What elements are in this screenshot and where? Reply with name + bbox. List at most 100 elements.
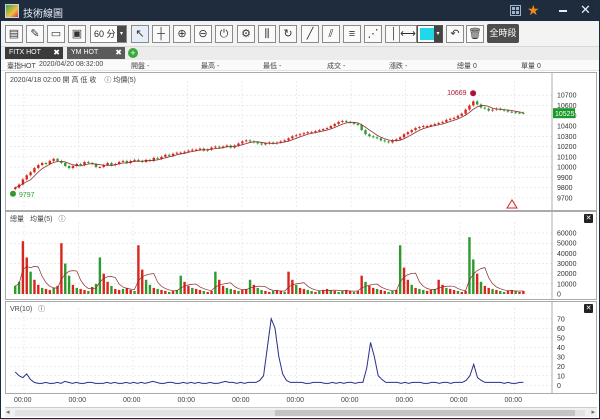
power-icon[interactable]: ⏻ xyxy=(215,25,233,43)
volume-bar xyxy=(79,288,82,294)
candle-body xyxy=(379,138,383,141)
vr-panel[interactable]: 0 10 20 30 40 50 60 70 VR(10) ⓘ ✕ xyxy=(5,301,597,394)
close-volume-panel-button[interactable]: ✕ xyxy=(584,214,593,223)
settings-icon[interactable]: ⚙ xyxy=(237,25,255,43)
candle-body xyxy=(410,130,413,133)
edit-icon[interactable]: ✎ xyxy=(26,25,44,43)
tab-ym-hot[interactable]: YM HOT ✖ xyxy=(67,47,125,59)
volume-bar xyxy=(179,275,182,294)
volume-bar xyxy=(506,290,510,294)
volume-chart[interactable]: 0 10000 20000 30000 40000 50000 60000 xyxy=(6,212,596,299)
candle-body xyxy=(345,120,348,122)
parallel-tool-icon[interactable]: ⫽ xyxy=(322,25,340,43)
volume-bar xyxy=(460,291,463,294)
vr-chart[interactable]: 0 10 20 30 40 50 60 70 xyxy=(6,302,596,393)
volume-bar xyxy=(279,290,283,294)
y-tick-label: 0 xyxy=(557,292,561,299)
volume-bar xyxy=(44,288,48,294)
price-panel[interactable]: 9700 9800 9900 10000 10100 10200 10300 10400 105… xyxy=(5,72,597,211)
y-tick-label: 9900 xyxy=(557,175,573,182)
cursor-icon[interactable]: ↖ xyxy=(131,25,149,43)
y-tick-label: 0 xyxy=(557,383,561,390)
volume-bar xyxy=(191,287,194,294)
close-vr-panel-button[interactable]: ✕ xyxy=(584,304,593,313)
horizontal-ray-icon[interactable]: ⟷ xyxy=(399,25,417,43)
y-tick-label: 70 xyxy=(557,316,565,323)
new-icon[interactable]: ▤ xyxy=(5,25,23,43)
candle-body xyxy=(364,130,367,135)
delete-icon[interactable]: 🗑 xyxy=(466,25,484,43)
candle-body xyxy=(475,101,479,105)
volume-bar xyxy=(121,288,125,294)
candle-body xyxy=(449,118,452,120)
scroll-thumb[interactable] xyxy=(275,410,575,416)
volume-bar xyxy=(283,291,286,294)
close-icon[interactable]: ✖ xyxy=(115,47,122,59)
y-tick-label: 20 xyxy=(557,364,565,371)
open-icon[interactable]: ▭ xyxy=(47,25,65,43)
fan-icon[interactable]: ⋰ xyxy=(364,25,382,43)
zoom-out-icon[interactable]: ⊖ xyxy=(194,25,212,43)
volume-bar xyxy=(160,289,163,294)
candle-body xyxy=(133,159,136,161)
candle-body xyxy=(248,140,252,142)
tab-fitx-hot[interactable]: FITX HOT ✖ xyxy=(5,47,63,59)
volume-bar xyxy=(21,241,25,294)
volume-bar xyxy=(379,289,383,294)
volume-bar xyxy=(164,290,167,294)
volume-bar xyxy=(372,287,375,294)
volume-bar xyxy=(129,289,132,294)
volume-bar xyxy=(248,279,252,294)
add-tab-icon[interactable]: + xyxy=(128,48,138,58)
volume-bar xyxy=(214,271,217,294)
save-icon[interactable]: ▣ xyxy=(68,25,86,43)
candle-body xyxy=(483,107,487,109)
volume-bar xyxy=(56,285,59,294)
volume-bar xyxy=(171,290,175,294)
candle-body xyxy=(468,105,471,110)
line-tool-icon[interactable]: ╱ xyxy=(301,25,319,43)
zoom-in-icon[interactable]: ⊕ xyxy=(173,25,191,43)
volume-panel-header: 總量 均量(5) ⓘ xyxy=(10,214,65,224)
favorite-star-icon[interactable]: ★ xyxy=(527,2,540,18)
chevron-down-icon[interactable]: ▾ xyxy=(117,26,126,42)
color-picker[interactable]: ▾ xyxy=(417,25,443,43)
tab-label: YM HOT xyxy=(71,49,99,56)
volume-bar xyxy=(67,275,71,294)
scroll-right-icon[interactable]: ▸ xyxy=(591,408,595,416)
undo-icon[interactable]: ↶ xyxy=(446,25,464,43)
volume-bar xyxy=(375,288,379,294)
candle-body xyxy=(33,168,36,173)
all-time-button[interactable]: 全時段 xyxy=(487,24,519,43)
scroll-left-icon[interactable]: ◂ xyxy=(6,408,10,416)
indicator-icon[interactable]: ⫼ xyxy=(258,25,276,43)
candle-body xyxy=(256,142,259,144)
horizontal-scrollbar[interactable]: ◂ ▸ xyxy=(5,407,597,417)
volume-bar xyxy=(383,290,386,294)
volume-bar xyxy=(356,290,360,294)
volume-bar xyxy=(98,257,102,294)
fibonacci-icon[interactable]: ≡ xyxy=(343,25,361,43)
candle-body xyxy=(260,143,263,145)
y-tick-label: 10100 xyxy=(557,154,577,161)
price-chart[interactable]: 9700 9800 9900 10000 10100 10200 10300 10400 105… xyxy=(6,73,596,210)
volume-bar xyxy=(187,285,190,294)
layout-grid-icon[interactable] xyxy=(510,5,521,16)
volume-bar xyxy=(133,290,136,294)
period-select[interactable]: 60 分 ▾ xyxy=(90,25,127,43)
candle-body xyxy=(398,137,402,140)
crosshair-icon[interactable]: ┼ xyxy=(152,25,170,43)
minimize-button[interactable] xyxy=(559,10,567,12)
chevron-down-icon[interactable]: ▾ xyxy=(434,26,442,42)
volume-bar xyxy=(495,289,498,294)
candle-body xyxy=(510,111,514,113)
volume-bar xyxy=(14,285,17,294)
refresh-icon[interactable]: ↻ xyxy=(279,25,297,43)
volume-bar xyxy=(518,291,521,294)
volume-bar xyxy=(25,257,28,294)
low-marker-label: 9797 xyxy=(19,192,35,199)
volume-panel[interactable]: 0 10000 20000 30000 40000 50000 60000 總量 均量(5)… xyxy=(5,211,597,300)
close-window-button[interactable]: ✕ xyxy=(580,3,591,17)
y-tick-label: 9700 xyxy=(557,195,573,202)
close-icon[interactable]: ✖ xyxy=(53,47,60,59)
